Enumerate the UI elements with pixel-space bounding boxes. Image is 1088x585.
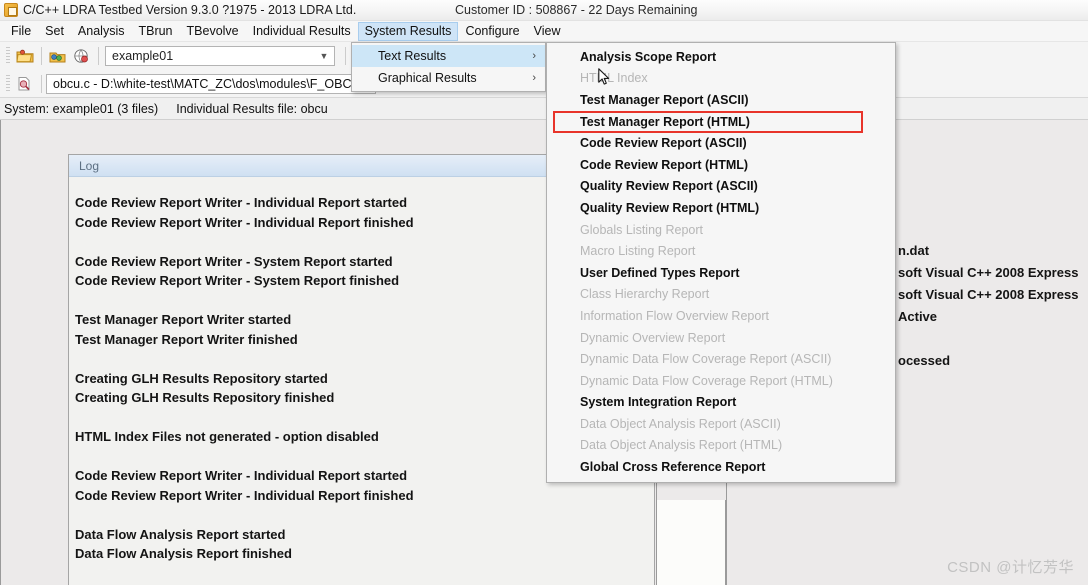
submenu-item-data-object-analysis-report-html: Data Object Analysis Report (HTML) [547,435,895,457]
submenu-item-dynamic-overview-report: Dynamic Overview Report [547,327,895,349]
menu-item-label: Graphical Results [378,71,477,85]
submenu-item-code-review-report-html[interactable]: Code Review Report (HTML) [547,154,895,176]
submenu-item-label: System Integration Report [580,395,737,410]
toolbar-separator [41,47,42,65]
text-results-submenu: Analysis Scope Report HTML Index Test Ma… [546,42,896,483]
submenu-item-macro-listing-report: Macro Listing Report [547,240,895,262]
file-path-field[interactable]: obcu.c - D:\white-test\MATC_ZC\dos\modul… [46,73,376,94]
status-individual-results: Individual Results file: obcu [176,101,328,116]
system-results-menu: Text Results › Graphical Results › [351,42,546,92]
submenu-item-label: Data Object Analysis Report (HTML) [580,438,783,453]
menu-tbevolve[interactable]: TBevolve [180,22,246,41]
chevron-down-icon[interactable]: ▼ [316,51,332,61]
submenu-item-label: Global Cross Reference Report [580,460,766,475]
submenu-item-label: Quality Review Report (HTML) [580,200,760,215]
submenu-item-data-object-analysis-report-ascii: Data Object Analysis Report (ASCII) [547,413,895,435]
right-panel-line-blank [898,328,1088,350]
submenu-item-class-hierarchy-report: Class Hierarchy Report [547,284,895,306]
submenu-item-label: Analysis Scope Report [580,49,717,64]
log-line: Code Review Report Writer - Individual R… [75,487,414,503]
submenu-item-label: Globals Listing Report [580,222,703,237]
menu-analysis[interactable]: Analysis [71,22,132,41]
menu-file[interactable]: File [4,22,38,41]
menu-individual-results[interactable]: Individual Results [246,22,358,41]
menu-item-label: Text Results [378,49,447,63]
submenu-item-label: Code Review Report (ASCII) [580,136,747,151]
submenu-item-label: Test Manager Report (HTML) [580,114,750,129]
submenu-item-label: HTML Index [580,71,648,86]
submenu-item-label: User Defined Types Report [580,265,740,280]
workspace: Log Code Review Report Writer - Individu… [0,120,1088,585]
submenu-item-information-flow-overview-report: Information Flow Overview Report [547,305,895,327]
menu-bar: File Set Analysis TBrun TBevolve Individ… [0,21,1088,42]
log-line-blank [75,505,654,525]
status-system: System: example01 (3 files) [4,101,159,116]
submenu-item-globals-listing-report: Globals Listing Report [547,219,895,241]
window-title: C/C++ LDRA Testbed Version 9.3.0 ?1975 -… [23,3,357,17]
globe-set-icon[interactable] [71,45,93,67]
ldra-app-icon [4,3,18,17]
add-set-icon[interactable] [47,45,69,67]
submenu-item-html-index: HTML Index [547,68,895,90]
submenu-item-label: Dynamic Overview Report [580,330,726,345]
log-line: Data Flow Analysis Report finished [75,546,292,561]
workspace-divider-left [0,120,1,585]
file-path-value: obcu.c - D:\white-test\MATC_ZC\dos\modul… [53,76,364,91]
submenu-item-test-manager-report-html[interactable]: Test Manager Report (HTML) [547,110,895,133]
submenu-item-code-review-report-ascii[interactable]: Code Review Report (ASCII) [547,132,895,154]
submenu-item-label: Class Hierarchy Report [580,287,710,302]
submenu-arrow-icon: › [532,72,536,84]
toolbar-grip[interactable] [6,47,10,65]
workspace-white-column [656,500,726,585]
set-selector-combo[interactable]: example01 ▼ [105,46,335,66]
menu-system-results[interactable]: System Results [357,21,459,41]
submenu-item-system-integration-report[interactable]: System Integration Report [547,392,895,414]
submenu-item-label: Quality Review Report (ASCII) [580,179,758,194]
toolbar-grip-2[interactable] [6,74,10,93]
submenu-item-quality-review-report-html[interactable]: Quality Review Report (HTML) [547,197,895,219]
menu-configure[interactable]: Configure [458,22,526,41]
menu-view[interactable]: View [527,22,568,41]
right-results-panel: n.dat soft Visual C++ 2008 Express soft … [893,154,1088,585]
submenu-item-label: Macro Listing Report [580,244,696,259]
set-selector-value: example01 [112,49,174,63]
toolbar-separator-3 [345,47,346,65]
right-panel-line: soft Visual C++ 2008 Express [898,265,1079,280]
right-panel-line: ocessed [898,353,951,368]
open-folder-icon[interactable] [14,45,36,67]
submenu-item-label: Information Flow Overview Report [580,308,769,323]
submenu-arrow-icon: › [532,50,536,62]
submenu-item-label: Dynamic Data Flow Coverage Report (HTML) [580,373,833,388]
submenu-item-global-cross-reference-report[interactable]: Global Cross Reference Report [547,456,895,478]
title-bar: C/C++ LDRA Testbed Version 9.3.0 ?1975 -… [0,0,1088,21]
submenu-item-label: Data Object Analysis Report (ASCII) [580,416,781,431]
menu-set[interactable]: Set [38,22,71,41]
right-panel-line: Active [898,309,938,324]
analyse-file-icon[interactable] [14,73,36,95]
submenu-item-quality-review-report-ascii[interactable]: Quality Review Report (ASCII) [547,176,895,198]
ldra-testbed-window: C/C++ LDRA Testbed Version 9.3.0 ?1975 -… [0,0,1088,585]
toolbar-separator-2 [98,47,99,65]
menu-item-text-results[interactable]: Text Results › [352,45,545,67]
submenu-item-dynamic-data-flow-coverage-html: Dynamic Data Flow Coverage Report (HTML) [547,370,895,392]
submenu-item-analysis-scope-report[interactable]: Analysis Scope Report [547,46,895,68]
submenu-item-user-defined-types-report[interactable]: User Defined Types Report [547,262,895,284]
right-panel-line: soft Visual C++ 2008 Express [898,287,1079,302]
customer-info: Customer ID : 508867 - 22 Days Remaining [455,3,698,17]
toolbar-separator-4 [41,74,42,93]
submenu-item-label: Code Review Report (HTML) [580,157,749,172]
menu-tbrun[interactable]: TBrun [131,22,179,41]
right-panel-line: n.dat [898,243,930,258]
submenu-item-dynamic-data-flow-coverage-ascii: Dynamic Data Flow Coverage Report (ASCII… [547,348,895,370]
submenu-item-label: Test Manager Report (ASCII) [580,92,749,107]
menu-item-graphical-results[interactable]: Graphical Results › [352,67,545,89]
status-strip: System: example01 (3 files) Individual R… [0,98,1088,120]
submenu-item-test-manager-report-ascii[interactable]: Test Manager Report (ASCII) [547,89,895,111]
watermark: CSDN @计忆芳华 [947,559,1074,576]
submenu-item-label: Dynamic Data Flow Coverage Report (ASCII… [580,352,832,367]
log-line: Data Flow Analysis Report started [75,526,286,542]
